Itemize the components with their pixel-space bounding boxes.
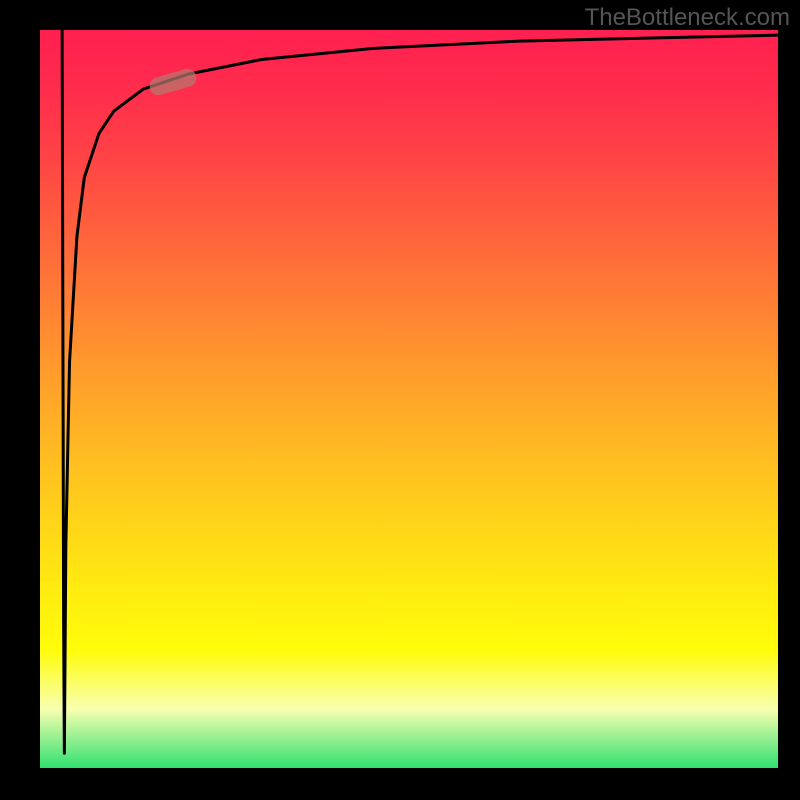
plot-area xyxy=(40,30,778,768)
chart-lines xyxy=(40,30,778,768)
highlight-marker xyxy=(147,66,198,97)
curve-path xyxy=(62,30,778,753)
chart-container: TheBottleneck.com xyxy=(0,0,800,800)
watermark-text: TheBottleneck.com xyxy=(585,4,790,32)
